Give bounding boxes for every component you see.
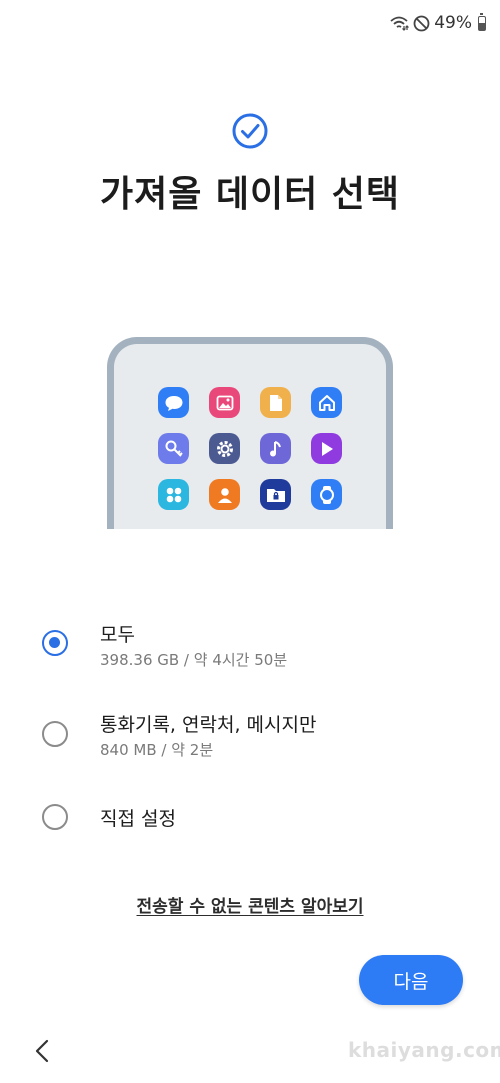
option-calls-contacts-messages-label: 통화기록, 연락처, 메시지만 — [100, 714, 317, 736]
messages-app-icon — [158, 387, 189, 418]
chevron-left-icon — [30, 1039, 56, 1069]
page-title: 가져올 데이터 선택 — [99, 174, 401, 215]
radio-calls-contacts-messages[interactable] — [42, 721, 68, 747]
apps-app-icon — [158, 479, 189, 510]
next-button[interactable]: 다음 — [359, 955, 463, 1005]
settings-app-icon — [209, 433, 240, 464]
gallery-app-icon — [209, 387, 240, 418]
watermark: khaiyang.com — [348, 1038, 500, 1062]
status-bar: 49% — [389, 10, 486, 36]
radio-custom[interactable] — [42, 804, 68, 830]
option-all-label: 모두 — [100, 624, 135, 646]
check-circle-icon — [231, 112, 269, 154]
battery-percentage: 49% — [434, 13, 472, 33]
learn-more-link[interactable]: 전송할 수 없는 콘텐츠 알아보기 — [0, 892, 500, 917]
video-app-icon — [311, 433, 342, 464]
back-button[interactable] — [30, 1037, 56, 1065]
do-not-disturb-icon — [413, 15, 430, 32]
phone-illustration — [107, 337, 393, 529]
option-calls-contacts-messages-size: 840 MB / 약 2분 — [100, 741, 214, 759]
key-app-icon — [158, 433, 189, 464]
watch-app-icon — [311, 479, 342, 510]
home-app-icon — [311, 387, 342, 418]
option-custom-label: 직접 설정 — [100, 808, 176, 830]
battery-icon — [478, 12, 486, 31]
contacts-app-icon — [209, 479, 240, 510]
radio-all[interactable] — [42, 630, 68, 656]
app-icon-grid — [158, 387, 342, 510]
wifi-icon — [389, 15, 410, 31]
secure-folder-app-icon — [260, 479, 291, 510]
music-app-icon — [260, 433, 291, 464]
files-app-icon — [260, 387, 291, 418]
battery-level — [479, 23, 485, 30]
option-all-size: 398.36 GB / 약 4시간 50분 — [100, 651, 288, 669]
